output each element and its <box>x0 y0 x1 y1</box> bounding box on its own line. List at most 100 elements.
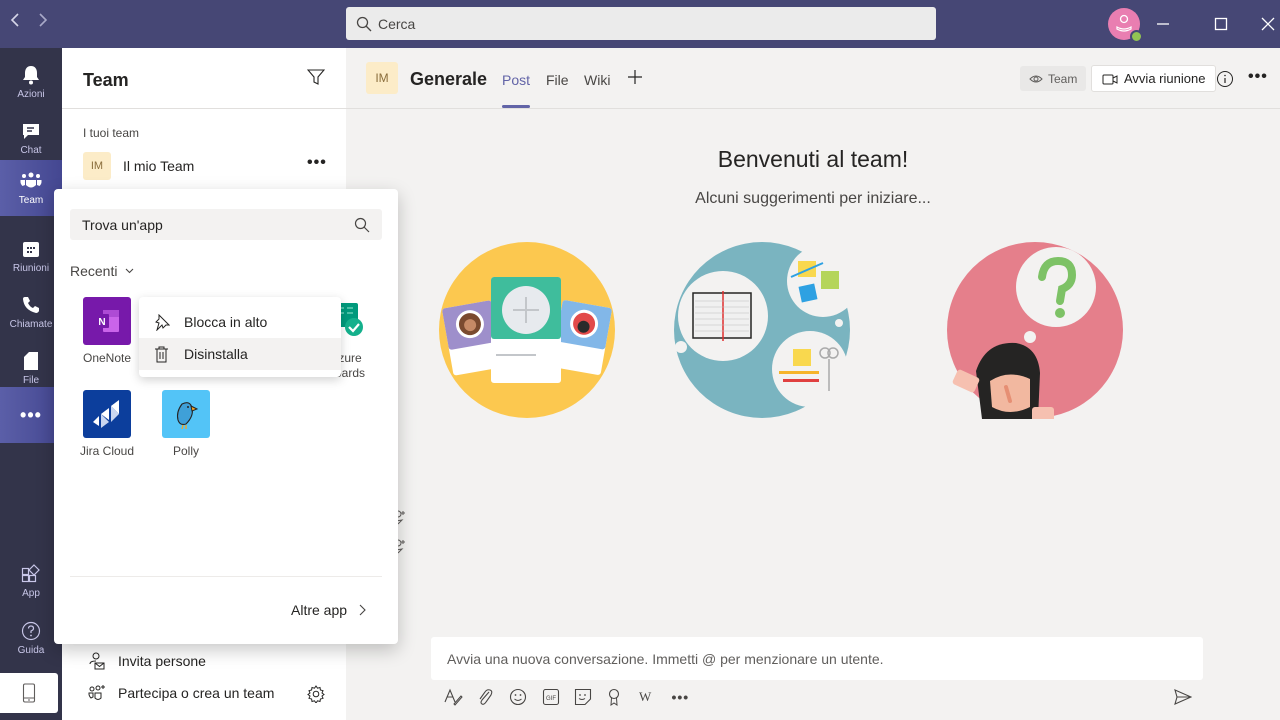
rail-item-more-apps[interactable]: ••• <box>0 387 62 443</box>
close-icon <box>1261 17 1275 31</box>
wikipedia-icon: W <box>639 689 652 704</box>
help-icon <box>21 621 41 641</box>
minimize-icon <box>1157 23 1169 25</box>
back-button[interactable] <box>5 12 25 33</box>
team-more-options-button[interactable]: ••• <box>307 154 327 172</box>
gif-icon: GIF <box>542 688 559 706</box>
compose-toolbar: GIF W ••• <box>444 686 704 708</box>
attach-button[interactable] <box>477 686 510 708</box>
filter-icon <box>306 69 326 85</box>
divider <box>62 108 346 109</box>
emoji-button[interactable] <box>509 686 542 708</box>
rail-item-riunioni[interactable]: Riunioni <box>0 228 62 284</box>
team-avatar: IM <box>83 152 111 180</box>
channel-header: IM Generale Post File Wiki Team Avvia ri… <box>346 48 1280 109</box>
teams-icon <box>20 172 42 188</box>
start-meeting-button[interactable]: Avvia riunione <box>1091 65 1217 92</box>
praise-icon <box>608 688 619 706</box>
info-icon <box>1217 71 1233 87</box>
menu-item-label: Disinstalla <box>184 346 248 362</box>
format-button[interactable] <box>444 686 477 708</box>
channel-team-avatar: IM <box>366 62 398 94</box>
more-apps-link[interactable]: Altre app <box>291 602 366 618</box>
teams-title: Team <box>83 70 129 90</box>
rail-label: Chiamate <box>9 319 53 330</box>
team-name: Il mio Team <box>123 158 195 174</box>
minimize-button[interactable] <box>1151 12 1175 36</box>
team-visibility-pill[interactable]: Team <box>1020 66 1087 91</box>
recent-label: Recenti <box>70 263 118 279</box>
format-icon <box>444 688 463 706</box>
chat-icon <box>23 124 39 139</box>
rail-item-team[interactable]: Team <box>0 160 62 216</box>
rail-label: App <box>22 588 40 599</box>
rail-label: Guida <box>17 645 45 656</box>
apps-icon <box>21 564 40 583</box>
compose-placeholder: Avvia una nuova conversazione. Immetti @… <box>447 650 884 667</box>
eye-icon <box>1029 75 1043 82</box>
send-button[interactable] <box>1174 689 1193 710</box>
filter-button[interactable] <box>306 68 326 91</box>
avatar[interactable] <box>1108 8 1143 43</box>
close-button[interactable] <box>1256 12 1280 36</box>
team-pill-label: Team <box>1048 71 1078 86</box>
title-bar: Cerca <box>0 0 1280 48</box>
menu-item-pin[interactable]: Blocca in alto <box>139 306 341 338</box>
chevron-down-icon <box>126 268 134 274</box>
wikipedia-button[interactable]: W <box>639 686 672 708</box>
app-name: OneNote <box>82 351 132 365</box>
app-tile-jira-cloud[interactable]: Jira Cloud <box>75 390 139 459</box>
more-apps-flyout: Trova un'app Recenti N OneNote Azure Boa… <box>54 189 398 644</box>
download-mobile-button[interactable] <box>0 673 58 713</box>
divider <box>70 576 382 577</box>
tab-wiki[interactable]: Wiki <box>584 72 610 88</box>
channel-info-button[interactable] <box>1216 70 1234 93</box>
rail-label: Azioni <box>17 89 45 100</box>
join-create-team-button[interactable]: Partecipa o crea un team <box>88 684 274 702</box>
rail-item-chat[interactable]: Chat <box>0 110 62 166</box>
praise-button[interactable] <box>607 686 640 708</box>
recent-section-toggle[interactable]: Recenti <box>70 263 134 279</box>
maximize-icon <box>1214 17 1228 31</box>
app-tile-onenote[interactable]: N OneNote <box>75 297 139 366</box>
manage-teams-button[interactable] <box>307 685 325 708</box>
search-input[interactable]: Cerca <box>346 7 936 40</box>
message-compose-input[interactable]: Avvia una nuova conversazione. Immetti @… <box>431 637 1203 680</box>
calendar-icon <box>23 242 39 257</box>
app-tile-polly[interactable]: Polly <box>154 390 218 459</box>
invite-icon <box>89 652 105 670</box>
pin-icon <box>155 313 170 331</box>
find-app-placeholder: Trova un'app <box>82 216 163 233</box>
menu-item-uninstall[interactable]: Disinstalla <box>139 338 341 370</box>
rail-item-azioni[interactable]: Azioni <box>0 54 62 110</box>
chevron-right-icon <box>359 604 366 616</box>
forward-button[interactable] <box>33 12 53 33</box>
search-icon <box>356 16 372 31</box>
active-tab-indicator <box>502 105 530 108</box>
files-illustration[interactable] <box>673 241 851 419</box>
video-camera-icon <box>1102 74 1118 84</box>
emoji-icon <box>509 688 527 706</box>
section-label: I tuoi team <box>83 126 140 140</box>
find-app-input[interactable]: Trova un'app <box>70 209 382 240</box>
rail-item-app[interactable]: App <box>0 553 62 609</box>
sticker-button[interactable] <box>574 686 607 708</box>
team-item[interactable]: IM Il mio Team ••• <box>62 150 346 182</box>
maximize-button[interactable] <box>1209 12 1233 36</box>
help-illustration[interactable] <box>946 241 1124 419</box>
rail-item-chiamate[interactable]: Chiamate <box>0 284 62 340</box>
add-members-illustration[interactable] <box>438 241 616 419</box>
tab-post[interactable]: Post <box>502 72 530 88</box>
sticker-icon <box>574 688 592 706</box>
rail-item-guida[interactable]: Guida <box>0 610 62 666</box>
phone-icon <box>23 297 39 313</box>
search-placeholder: Cerca <box>378 15 416 32</box>
channel-more-options-button[interactable]: ••• <box>1248 68 1268 86</box>
gif-button[interactable]: GIF <box>542 686 575 708</box>
more-compose-options-button[interactable]: ••• <box>672 686 705 708</box>
tab-file[interactable]: File <box>546 72 569 88</box>
channel-name: Generale <box>410 69 488 89</box>
add-tab-button[interactable] <box>626 68 644 91</box>
send-icon <box>1174 689 1193 705</box>
invite-people-button[interactable]: Invita persone <box>88 652 206 670</box>
